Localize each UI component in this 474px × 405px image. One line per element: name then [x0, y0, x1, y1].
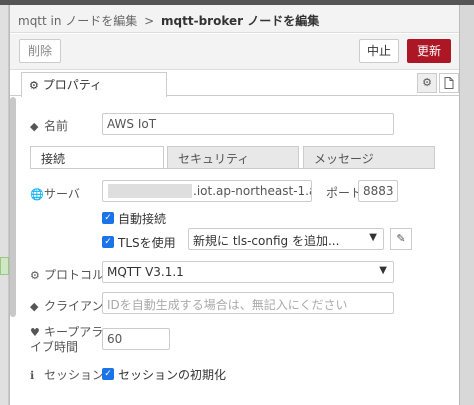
- sidebar-edge: [460, 5, 474, 405]
- tls-label: TLSを使用: [118, 236, 176, 250]
- tab-properties-label: プロパティ: [42, 78, 102, 92]
- breadcrumb-parent[interactable]: mqtt in ノードを編集: [18, 14, 137, 28]
- tab-properties[interactable]: ⚙ プロパティ: [21, 72, 167, 97]
- gear-icon: ⚙: [29, 79, 39, 92]
- dialog-toolbar: 削除 中止 更新: [10, 34, 459, 70]
- delete-button[interactable]: 削除: [19, 39, 61, 63]
- client-id-input[interactable]: IDを自動生成する場合は、無記入にください: [102, 292, 394, 314]
- tls-config-select[interactable]: 新規に tls-config を追加... ▼: [188, 228, 384, 250]
- gear-icon[interactable]: ⚙: [417, 73, 437, 93]
- server-input[interactable]: .iot.ap-northeast-1.amazo: [102, 180, 312, 202]
- tls-checkbox[interactable]: ✓: [102, 236, 114, 248]
- properties-tab-bar: ⚙ プロパティ ⚙: [10, 70, 459, 97]
- tag-icon: ◆: [30, 300, 39, 313]
- auto-connect-checkbox[interactable]: ✓: [102, 212, 114, 224]
- breadcrumb-separator: >: [144, 14, 155, 28]
- document-icon[interactable]: [439, 73, 459, 93]
- protocol-select[interactable]: MQTT V3.1.1 ▼: [102, 261, 394, 283]
- server-label: 🌐サーバ: [30, 187, 80, 201]
- scrollbar[interactable]: [10, 97, 16, 317]
- redacted-host: [108, 184, 192, 198]
- keepalive-label-line2: イブ時間: [30, 340, 79, 354]
- pencil-icon[interactable]: ✎: [390, 228, 412, 250]
- session-label: ℹ セッション: [30, 368, 105, 382]
- port-label-text: ポート: [326, 186, 363, 200]
- tab-connection[interactable]: 接続: [30, 146, 164, 169]
- globe-icon: 🌐: [30, 188, 44, 201]
- tab-divider: [30, 168, 435, 169]
- cancel-button[interactable]: 中止: [359, 39, 399, 63]
- keepalive-input[interactable]: 60: [102, 328, 170, 350]
- tag-icon: ◆: [30, 120, 39, 133]
- port-input[interactable]: 8883: [358, 180, 398, 202]
- flow-node-fragment: [0, 257, 9, 275]
- breadcrumb: mqtt in ノードを編集 > mqtt-broker ノードを編集: [10, 5, 459, 33]
- update-button[interactable]: 更新: [407, 39, 451, 63]
- tab-messages[interactable]: メッセージ: [303, 146, 435, 168]
- breadcrumb-current: mqtt-broker ノードを編集: [161, 14, 320, 28]
- flow-canvas: [0, 5, 9, 405]
- gear-icon: ⚙: [30, 269, 40, 282]
- edit-dialog: mqtt in ノードを編集 > mqtt-broker ノードを編集 削除 中…: [9, 5, 460, 405]
- clean-session-label: セッションの初期化: [118, 368, 227, 382]
- chevron-down-icon: ▼: [369, 232, 377, 243]
- auto-connect-label: 自動接続: [118, 212, 167, 226]
- protocol-label: ⚙ プロトコル: [30, 268, 105, 282]
- name-input[interactable]: AWS IoT: [102, 113, 394, 135]
- name-label: ◆ 名前: [30, 119, 69, 133]
- tab-security[interactable]: セキュリティ: [167, 146, 299, 168]
- clean-session-checkbox[interactable]: ✓: [102, 368, 114, 380]
- info-icon: ℹ: [30, 369, 35, 382]
- chevron-down-icon: ▼: [379, 265, 387, 276]
